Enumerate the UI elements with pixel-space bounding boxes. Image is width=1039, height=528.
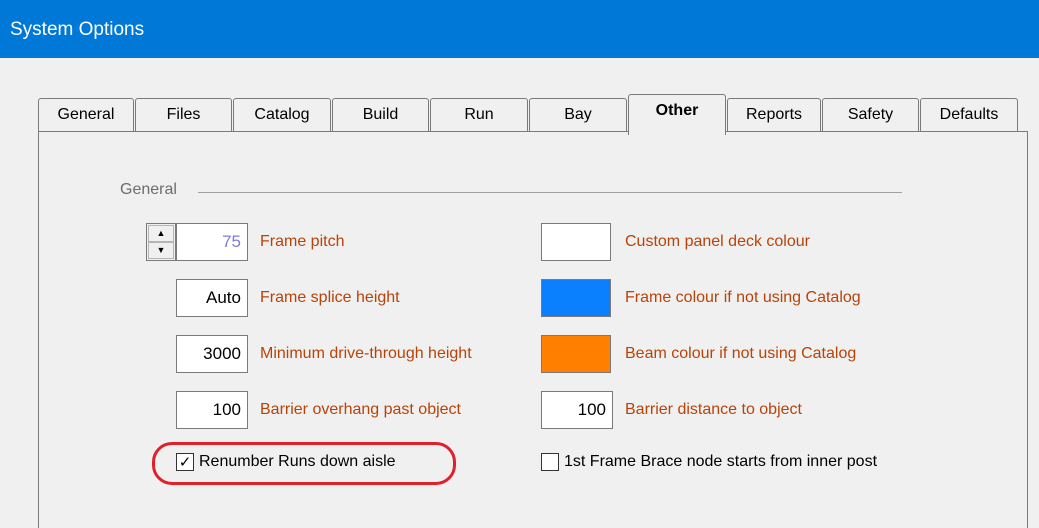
frame-brace-node-checkbox[interactable]: 1st Frame Brace node starts from inner p…	[541, 453, 877, 471]
tab-build[interactable]: Build	[332, 98, 429, 132]
spin-up-icon[interactable]: ▲	[148, 225, 174, 242]
barrier-distance-label: Barrier distance to object	[625, 401, 802, 418]
tab-other[interactable]: Other	[628, 94, 726, 135]
beam-colour-swatch[interactable]	[541, 335, 611, 373]
tab-general[interactable]: General	[38, 98, 134, 132]
min-drive-through-height-input[interactable]: 3000	[176, 335, 248, 373]
custom-panel-deck-colour-label: Custom panel deck colour	[625, 233, 810, 250]
checkbox-unchecked-icon[interactable]	[541, 453, 559, 471]
frame-pitch-spinner[interactable]: ▲ ▼	[146, 223, 176, 261]
tab-catalog[interactable]: Catalog	[233, 98, 331, 132]
tab-defaults[interactable]: Defaults	[920, 98, 1018, 132]
barrier-overhang-input[interactable]: 100	[176, 391, 248, 429]
tab-bay[interactable]: Bay	[529, 98, 627, 132]
custom-panel-deck-colour-swatch[interactable]	[541, 223, 611, 261]
tab-run[interactable]: Run	[430, 98, 528, 132]
group-label-general: General	[120, 181, 181, 199]
tab-reports[interactable]: Reports	[727, 98, 821, 132]
title-bar: System Options	[0, 0, 1039, 58]
barrier-distance-input[interactable]: 100	[541, 391, 613, 429]
window-title: System Options	[10, 19, 145, 40]
frame-pitch-input[interactable]: 75	[176, 223, 248, 261]
min-drive-through-height-label: Minimum drive-through height	[260, 345, 472, 362]
frame-brace-node-label: 1st Frame Brace node starts from inner p…	[564, 453, 878, 470]
beam-colour-label: Beam colour if not using Catalog	[625, 345, 857, 362]
tab-safety[interactable]: Safety	[822, 98, 919, 132]
frame-splice-height-input[interactable]: Auto	[176, 279, 248, 317]
spin-down-icon[interactable]: ▼	[148, 242, 174, 259]
barrier-overhang-label: Barrier overhang past object	[260, 401, 461, 418]
annotation-highlight-ellipse	[152, 442, 456, 485]
frame-pitch-label: Frame pitch	[260, 233, 345, 250]
frame-colour-label: Frame colour if not using Catalog	[625, 289, 861, 306]
frame-colour-swatch[interactable]	[541, 279, 611, 317]
frame-splice-height-label: Frame splice height	[260, 289, 400, 306]
tab-files[interactable]: Files	[135, 98, 232, 132]
group-divider	[198, 192, 902, 193]
